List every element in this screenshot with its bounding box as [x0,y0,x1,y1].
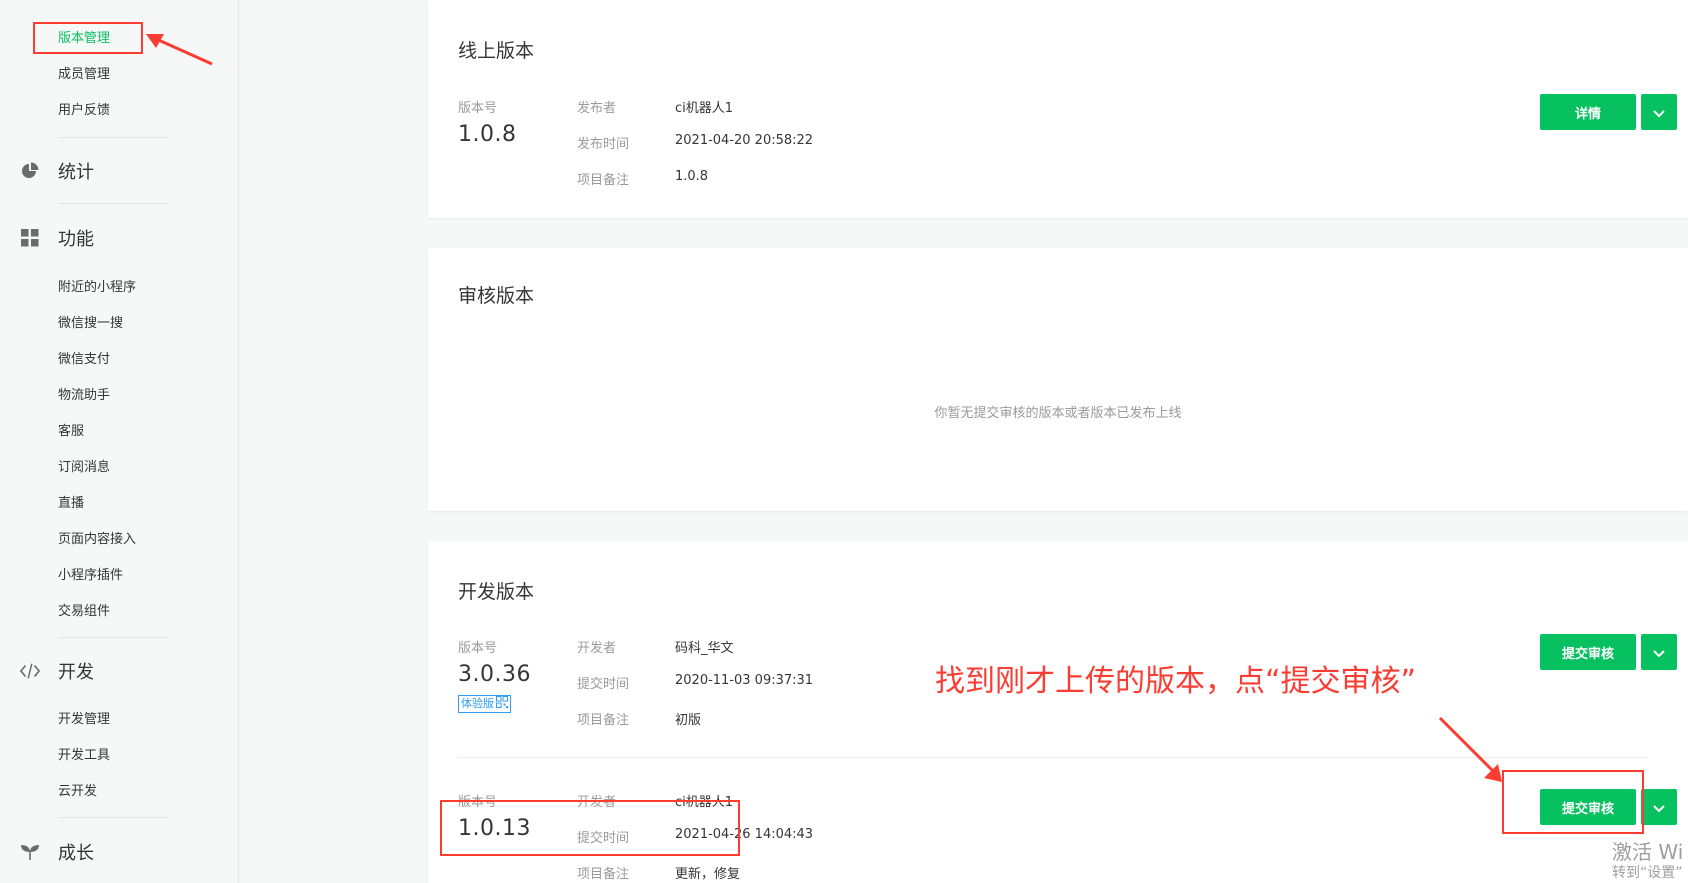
publisher-value: ci机器人1 [675,101,734,116]
project-note-label: 项目备注 [577,713,630,728]
submit-review-button[interactable]: 提交审核 [1540,634,1636,670]
activation-watermark-hint: 转到“设置” [1612,865,1683,881]
sidebar-item-member-management[interactable]: 成员管理 [58,66,110,84]
sidebar-item-page-content[interactable]: 页面内容接入 [58,531,136,549]
project-note-value: 初版 [675,713,702,728]
sidebar-section-dev[interactable]: 开发 [20,659,94,683]
annotation-arrow-icon [1438,716,1502,782]
sidebar-divider [58,137,168,138]
sidebar-section-features[interactable]: 功能 [20,226,94,250]
experience-version-badge[interactable]: 体验版 [458,695,511,713]
more-options-button[interactable] [1641,634,1677,670]
sprout-icon [20,842,40,862]
version-number: 3.0.36 [458,662,531,687]
sidebar-section-stats[interactable]: 统计 [20,159,94,183]
sidebar-item-plugins[interactable]: 小程序插件 [58,567,123,585]
sidebar: 版本管理 成员管理 用户反馈 统计 功能 附近的小程序 微信搜一搜 微信支付 物… [0,0,239,883]
more-options-button[interactable] [1641,789,1677,825]
annotation-arrow-icon [146,34,213,66]
annotation-highlight-box [1502,770,1644,834]
dev-version-title: 开发版本 [458,581,535,603]
annotation-instruction-text: 找到刚才上传的版本，点“提交审核” [935,664,1417,699]
sidebar-section-label: 成长 [58,843,94,864]
version-number: 1.0.8 [458,122,517,147]
project-note-value: 更新，修复 [675,867,741,882]
review-version-title: 审核版本 [458,285,535,307]
chevron-down-icon [1653,643,1665,662]
sidebar-item-wechat-search[interactable]: 微信搜一搜 [58,315,123,333]
online-version-title: 线上版本 [458,40,535,62]
chevron-down-icon [1653,103,1665,122]
more-options-button[interactable] [1641,94,1677,130]
online-version-card: 线上版本 版本号 1.0.8 发布者 ci机器人1 发布时间 2021-04-2… [428,0,1688,218]
project-note-value: 1.0.8 [675,169,709,184]
sidebar-item-nearby-miniprogram[interactable]: 附近的小程序 [58,279,136,297]
sidebar-divider [58,203,168,204]
sidebar-divider [58,637,168,638]
review-empty-hint: 你暂无提交审核的版本或者版本已发布上线 [934,406,1182,421]
sidebar-divider [58,817,168,818]
sidebar-section-label: 统计 [58,162,94,183]
sidebar-item-live[interactable]: 直播 [58,495,84,513]
review-version-card: 审核版本 你暂无提交审核的版本或者版本已发布上线 [428,248,1688,511]
sidebar-item-user-feedback[interactable]: 用户反馈 [58,102,110,120]
activation-watermark: 激活 Wi [1612,840,1684,864]
annotation-highlight-box [33,22,143,54]
sidebar-item-trade-component[interactable]: 交易组件 [58,603,110,621]
sidebar-section-label: 开发 [58,662,94,683]
project-note-label: 项目备注 [577,867,630,882]
code-icon [20,661,40,681]
sidebar-item-dev-tools[interactable]: 开发工具 [58,747,110,765]
submit-time-label: 提交时间 [577,677,630,692]
grid-icon [20,228,40,248]
sidebar-item-wechat-pay[interactable]: 微信支付 [58,351,110,369]
sidebar-section-label: 功能 [58,229,94,250]
sidebar-item-cloud-dev[interactable]: 云开发 [58,783,97,801]
developer-label: 开发者 [577,641,617,656]
developer-value: 码科_华文 [675,641,734,656]
version-number-label: 版本号 [458,641,498,656]
sidebar-item-logistics[interactable]: 物流助手 [58,387,110,405]
qrcode-icon [496,695,508,713]
submit-time-value: 2020-11-03 09:37:31 [675,673,814,688]
chevron-down-icon [1653,798,1665,817]
publish-time-value: 2021-04-20 20:58:22 [675,133,814,148]
version-number-label: 版本号 [458,101,498,116]
sidebar-item-subscribe-message[interactable]: 订阅消息 [58,459,110,477]
annotation-highlight-box [440,800,740,856]
details-button[interactable]: 详情 [1540,94,1636,130]
project-note-label: 项目备注 [577,173,630,188]
sidebar-item-dev-management[interactable]: 开发管理 [58,711,110,729]
sidebar-section-growth[interactable]: 成长 [20,840,94,864]
publish-time-label: 发布时间 [577,137,630,152]
sidebar-item-customer-service[interactable]: 客服 [58,423,84,441]
publisher-label: 发布者 [577,101,617,116]
experience-badge-label: 体验版 [461,697,494,710]
pie-chart-icon [20,161,40,181]
